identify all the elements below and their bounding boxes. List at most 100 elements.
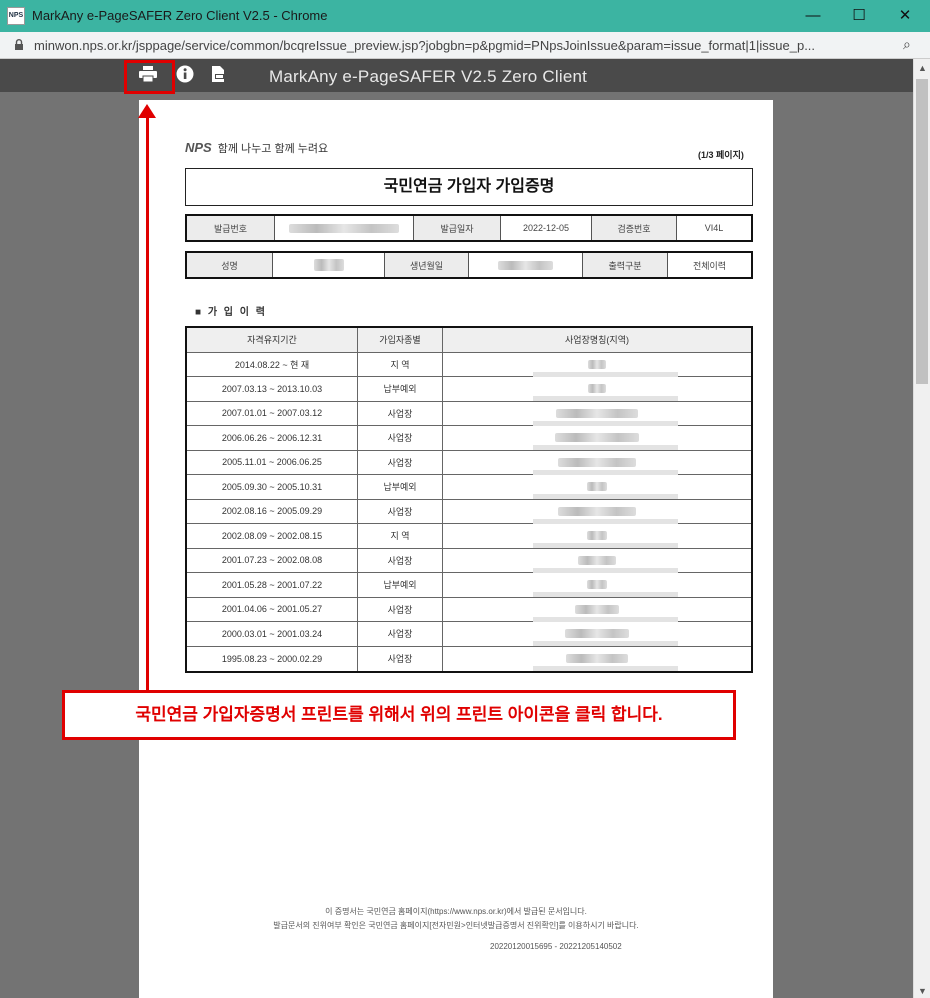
period-cell: 2006.06.26 ~ 2006.12.31: [187, 426, 358, 450]
type-cell: 납부예외: [358, 475, 443, 499]
info-icon[interactable]: [174, 65, 196, 87]
workplace-cell: [443, 622, 751, 646]
page-indicator: (1/3 페이지): [698, 150, 744, 160]
workplace-cell: [443, 500, 751, 524]
period-cell: 2002.08.16 ~ 2005.09.29: [187, 499, 358, 523]
table-row: 2001.04.06 ~ 2001.05.27 사업장: [187, 597, 751, 622]
type-cell: 납부예외: [358, 377, 443, 401]
type-cell: 사업장: [358, 622, 443, 646]
app-icon: NPS: [7, 7, 25, 25]
issue-date-value: 2022-12-05: [501, 216, 592, 240]
period-cell: 2014.08.22 ~ 현 재: [187, 352, 358, 376]
lock-icon: [15, 39, 23, 50]
issue-date-label: 발급일자: [414, 216, 501, 240]
url-text[interactable]: minwon.nps.or.kr/jsppage/service/common/…: [34, 38, 894, 53]
period-cell: 2005.11.01 ~ 2006.06.25: [187, 450, 358, 474]
maximize-button[interactable]: ☐: [836, 0, 882, 32]
zoom-icon[interactable]: ⌕: [903, 36, 911, 53]
table-row: 1995.08.23 ~ 2000.02.29 사업장: [187, 646, 751, 672]
document-title: 국민연금 가입자 가입증명: [185, 168, 753, 206]
name-label: 성명: [187, 253, 273, 277]
table-row: 2001.07.23 ~ 2002.08.08 사업장: [187, 548, 751, 573]
type-cell: 사업장: [358, 426, 443, 450]
scroll-up-icon[interactable]: ▲: [918, 63, 927, 73]
workplace-cell: [443, 549, 751, 573]
annotation-arrow-line: [146, 116, 149, 692]
verify-label: 검증번호: [592, 216, 677, 240]
person-info-table: 성명 생년월일 출력구분 전체이력: [185, 251, 753, 279]
period-cell: 2002.08.09 ~ 2002.08.15: [187, 524, 358, 548]
period-cell: 2007.03.13 ~ 2013.10.03: [187, 377, 358, 401]
issue-info-table: 발급번호 발급일자 2022-12-05 검증번호 VI4L: [185, 214, 753, 242]
issue-no-label: 발급번호: [187, 216, 275, 240]
type-cell: 사업장: [358, 401, 443, 425]
table-row: 2007.01.01 ~ 2007.03.12 사업장: [187, 401, 751, 426]
table-row: 2002.08.09 ~ 2002.08.15 지 역: [187, 524, 751, 549]
print-highlight-box: [124, 60, 175, 94]
logo-slogan: 함께 나누고 함께 누려요: [217, 143, 329, 155]
table-row: 2005.09.30 ~ 2005.10.31 납부예외: [187, 475, 751, 500]
table-row: 2014.08.22 ~ 현 재지 역: [187, 352, 751, 377]
table-row: 2005.11.01 ~ 2006.06.25 사업장: [187, 450, 751, 475]
workplace-cell: [443, 451, 751, 475]
table-row: 2002.08.16 ~ 2005.09.29 사업장: [187, 499, 751, 524]
history-table: 자격유지기간 가입자종별 사업장명칭(지역) 2014.08.22 ~ 현 재지…: [185, 326, 753, 673]
window-title: MarkAny e-PageSAFER Zero Client V2.5 - C…: [32, 8, 328, 23]
birth-value: [469, 253, 583, 277]
name-value: [273, 253, 385, 277]
birth-label: 생년월일: [385, 253, 469, 277]
workplace-cell: [443, 598, 751, 622]
table-row: 2006.06.26 ~ 2006.12.31 사업장: [187, 426, 751, 451]
type-cell: 사업장: [358, 450, 443, 474]
workplace-cell: [443, 647, 751, 672]
output-label: 출력구분: [583, 253, 668, 277]
scroll-down-icon[interactable]: ▼: [918, 986, 927, 996]
period-cell: 2001.05.28 ~ 2001.07.22: [187, 573, 358, 597]
type-cell: 사업장: [358, 597, 443, 621]
header-workplace: 사업장명칭(지역): [565, 335, 629, 346]
verify-code: VI4L: [704, 223, 724, 233]
history-header-row: 자격유지기간 가입자종별 사업장명칭(지역): [187, 328, 751, 353]
nps-logo: NPS 함께 나누고 함께 누려요: [185, 140, 328, 156]
scrollbar-thumb[interactable]: [916, 79, 928, 384]
issue-no-value: [275, 216, 414, 240]
address-bar[interactable]: minwon.nps.or.kr/jsppage/service/common/…: [0, 32, 930, 59]
vertical-scrollbar[interactable]: ▲ ▼: [913, 59, 930, 998]
workplace-cell: [443, 377, 751, 401]
document-serial: 20220120015695 - 20221205140502: [490, 942, 622, 951]
header-period: 자격유지기간: [187, 328, 358, 352]
footer-line-1: 이 증명서는 국민연금 홈페이지(https://www.nps.or.kr)에…: [325, 907, 587, 916]
workplace-cell: [443, 426, 751, 450]
workplace-cell: [443, 353, 751, 377]
close-button[interactable]: ✕: [882, 0, 928, 32]
window-titlebar: NPS MarkAny e-PageSAFER Zero Client V2.5…: [0, 0, 930, 32]
period-cell: 2000.03.01 ~ 2001.03.24: [187, 622, 358, 646]
table-row: 2001.05.28 ~ 2001.07.22 납부예외: [187, 573, 751, 598]
minimize-button[interactable]: —: [790, 0, 836, 32]
type-cell: 사업장: [358, 548, 443, 572]
type-cell: 납부예외: [358, 573, 443, 597]
type-cell: 사업장: [358, 499, 443, 523]
type-cell: 지 역: [358, 352, 443, 376]
workplace-cell: [443, 524, 751, 548]
period-cell: 1995.08.23 ~ 2000.02.29: [187, 646, 358, 671]
annotation-callout: 국민연금 가입자증명서 프린트를 위해서 위의 프린트 아이콘을 클릭 합니다.: [62, 690, 736, 740]
table-row: 2000.03.01 ~ 2001.03.24 사업장: [187, 622, 751, 647]
period-cell: 2001.07.23 ~ 2002.08.08: [187, 548, 358, 572]
type-cell: 사업장: [358, 646, 443, 671]
export-icon[interactable]: [207, 65, 229, 87]
workplace-cell: [443, 475, 751, 499]
period-cell: 2005.09.30 ~ 2005.10.31: [187, 475, 358, 499]
period-cell: 2007.01.01 ~ 2007.03.12: [187, 401, 358, 425]
footer-line-2: 발급문서의 진위여부 확인은 국민연금 홈페이지[전자민원>인터넷발급증명서 진…: [273, 921, 639, 930]
logo-mark: NPS: [185, 140, 212, 155]
type-cell: 지 역: [358, 524, 443, 548]
header-type: 가입자종별: [358, 328, 443, 352]
output-value: 전체이력: [692, 260, 727, 271]
workplace-cell: [443, 402, 751, 426]
period-cell: 2001.04.06 ~ 2001.05.27: [187, 597, 358, 621]
viewer-title: MarkAny e-PageSAFER V2.5 Zero Client: [269, 67, 588, 86]
section-label: ■ 가 입 이 력: [195, 307, 267, 318]
table-row: 2007.03.13 ~ 2013.10.03 납부예외: [187, 377, 751, 402]
workplace-cell: [443, 573, 751, 597]
